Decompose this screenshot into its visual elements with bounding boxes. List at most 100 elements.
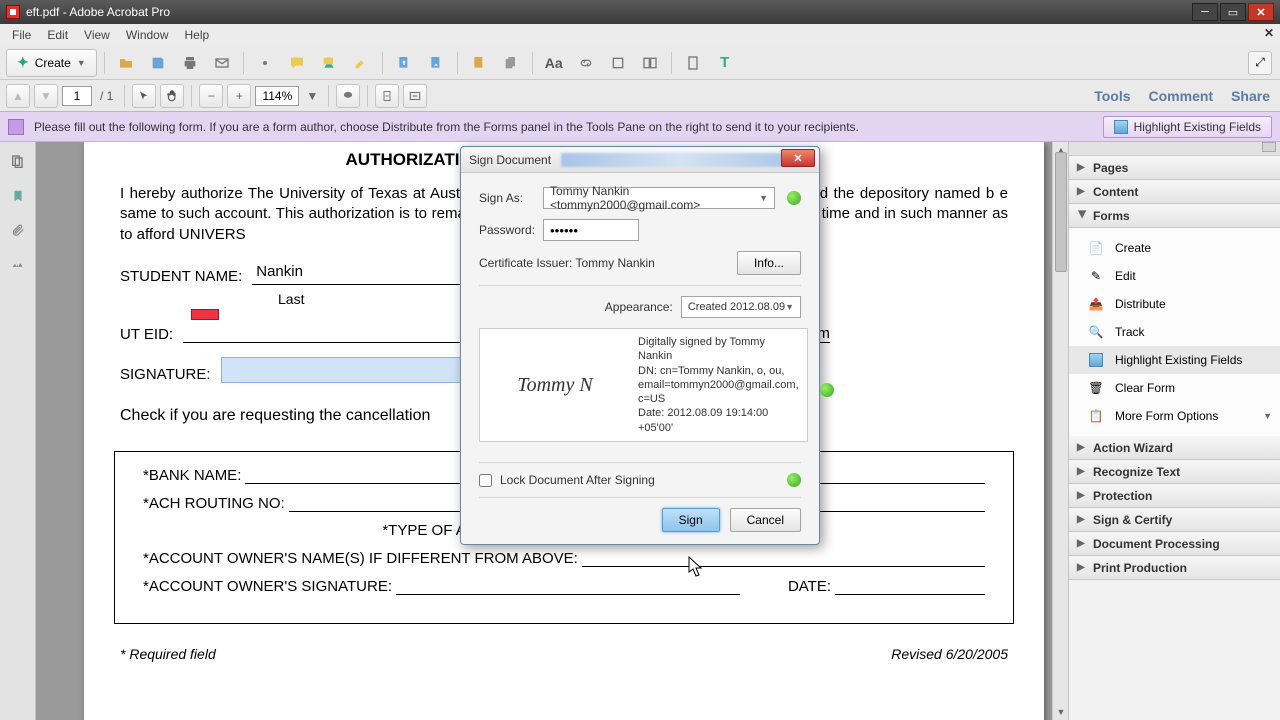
highlight-icon [1114, 120, 1128, 134]
page-number-input[interactable] [62, 86, 92, 106]
status-ok-icon [820, 383, 834, 397]
info-button[interactable]: Info... [737, 251, 801, 275]
section-forms[interactable]: ▶Forms [1069, 204, 1280, 228]
forms-create[interactable]: 📄Create [1069, 234, 1280, 262]
menu-window[interactable]: Window [118, 26, 177, 44]
tab-comment[interactable]: Comment [1149, 88, 1214, 104]
dialog-close-button[interactable]: ✕ [781, 149, 815, 167]
forms-clear[interactable]: 🗑Clear Form [1069, 374, 1280, 402]
fit-page-icon[interactable] [375, 84, 399, 108]
expand-toolbar-icon[interactable]: ⤢ [1248, 51, 1272, 75]
main-toolbar: ✦ Create ▼ Aа T ⤢ [0, 46, 1280, 80]
section-content[interactable]: ▶Content [1069, 180, 1280, 204]
save-icon[interactable] [144, 50, 172, 76]
appearance-label: Appearance: [605, 300, 673, 314]
uteid-field[interactable] [183, 321, 479, 343]
menu-file[interactable]: File [4, 26, 39, 44]
section-protection[interactable]: ▶Protection [1069, 484, 1280, 508]
section-print-production[interactable]: ▶Print Production [1069, 556, 1280, 580]
multidoc-icon[interactable] [497, 50, 525, 76]
zoom-input[interactable] [255, 86, 299, 106]
zoom-out-button[interactable]: − [199, 84, 223, 108]
password-input[interactable] [543, 219, 639, 241]
form-edit-icon: ✎ [1087, 267, 1105, 285]
owner-field[interactable] [582, 549, 985, 567]
form-notification-bar: Please fill out the following form. If y… [0, 112, 1280, 142]
email-icon[interactable] [208, 50, 236, 76]
section-sign-certify[interactable]: ▶Sign & Certify [1069, 508, 1280, 532]
required-note: * Required field [120, 646, 216, 662]
marquee-zoom-icon[interactable] [336, 84, 360, 108]
stamp-icon[interactable] [315, 50, 343, 76]
tools-panel: ▶Pages ▶Content ▶Forms 📄Create ✎Edit 📤Di… [1068, 142, 1280, 720]
signatures-icon[interactable] [8, 254, 28, 274]
sign-icon[interactable] [465, 50, 493, 76]
convert-icon[interactable] [422, 50, 450, 76]
sign-document-dialog: Sign Document ✕ Sign As: Tommy Nankin <t… [460, 146, 820, 545]
zoom-in-button[interactable]: + [227, 84, 251, 108]
date-field[interactable] [835, 577, 985, 595]
fit-width-icon[interactable] [403, 84, 427, 108]
panel-menu-icon[interactable] [1262, 142, 1276, 152]
vertical-scrollbar[interactable]: ▲ ▼ [1052, 142, 1068, 720]
bookmark-icon[interactable] [8, 186, 28, 206]
highlight-fields-button[interactable]: Highlight Existing Fields [1103, 116, 1272, 138]
text-edit-icon[interactable]: Aа [540, 50, 568, 76]
document-close-icon[interactable]: ✕ [1264, 26, 1274, 40]
cancel-button[interactable]: Cancel [730, 508, 801, 532]
scroll-thumb[interactable] [1055, 152, 1067, 272]
page-up-button[interactable]: ▲ [6, 84, 30, 108]
signature-details: Digitally signed by Tommy Nankin DN: cn=… [630, 329, 807, 441]
section-action-wizard[interactable]: ▶Action Wizard [1069, 436, 1280, 460]
close-button[interactable]: ✕ [1248, 3, 1274, 21]
lock-checkbox[interactable] [479, 474, 492, 487]
open-icon[interactable] [112, 50, 140, 76]
crop-icon[interactable] [604, 50, 632, 76]
appearance-dropdown[interactable]: Created 2012.08.09 ▼ [681, 296, 801, 318]
export-icon[interactable] [390, 50, 418, 76]
page-down-button[interactable]: ▼ [34, 84, 58, 108]
form-create-icon: 📄 [1087, 239, 1105, 257]
lock-label: Lock Document After Signing [500, 473, 775, 487]
right-pane-tabs: Tools Comment Share [1094, 88, 1270, 104]
forms-edit[interactable]: ✎Edit [1069, 262, 1280, 290]
select-tool-icon[interactable] [132, 84, 156, 108]
menu-view[interactable]: View [76, 26, 118, 44]
print-icon[interactable] [176, 50, 204, 76]
forms-track[interactable]: 🔍Track [1069, 318, 1280, 346]
comment-icon[interactable] [283, 50, 311, 76]
forms-distribute[interactable]: 📤Distribute [1069, 290, 1280, 318]
sign-button[interactable]: Sign [662, 508, 720, 532]
tab-share[interactable]: Share [1231, 88, 1270, 104]
signas-dropdown[interactable]: Tommy Nankin <tommyn2000@gmail.com> ▼ [543, 187, 775, 209]
page-count: / 1 [100, 89, 113, 103]
page-icon[interactable] [679, 50, 707, 76]
split-icon[interactable] [636, 50, 664, 76]
form-notification-text: Please fill out the following form. If y… [34, 120, 859, 134]
hand-tool-icon[interactable] [160, 84, 184, 108]
tab-tools[interactable]: Tools [1094, 88, 1130, 104]
link-icon[interactable] [572, 50, 600, 76]
typewriter-icon[interactable]: T [711, 50, 739, 76]
ownersig-field[interactable] [396, 577, 740, 595]
minimize-button[interactable]: ─ [1192, 3, 1218, 21]
section-pages[interactable]: ▶Pages [1069, 156, 1280, 180]
attachment-icon[interactable] [8, 220, 28, 240]
dialog-titlebar[interactable]: Sign Document ✕ [461, 147, 819, 173]
section-recognize-text[interactable]: ▶Recognize Text [1069, 460, 1280, 484]
scroll-down-icon[interactable]: ▼ [1053, 704, 1068, 720]
forms-highlight[interactable]: Highlight Existing Fields [1069, 346, 1280, 374]
maximize-button[interactable]: ▭ [1220, 3, 1246, 21]
gear-icon[interactable] [251, 50, 279, 76]
menu-edit[interactable]: Edit [39, 26, 76, 44]
zoom-dropdown-icon[interactable]: ▼ [303, 84, 321, 108]
menu-help[interactable]: Help [177, 26, 218, 44]
thumbnails-icon[interactable] [8, 152, 28, 172]
create-button[interactable]: ✦ Create ▼ [6, 49, 97, 77]
section-document-processing[interactable]: ▶Document Processing [1069, 532, 1280, 556]
highlight-icon[interactable] [347, 50, 375, 76]
student-last-field[interactable]: Nankin [252, 263, 462, 285]
forms-more[interactable]: 📋More Form Options▼ [1069, 402, 1280, 430]
window-title: eft.pdf - Adobe Acrobat Pro [26, 5, 1190, 19]
signature-field[interactable] [221, 357, 477, 383]
